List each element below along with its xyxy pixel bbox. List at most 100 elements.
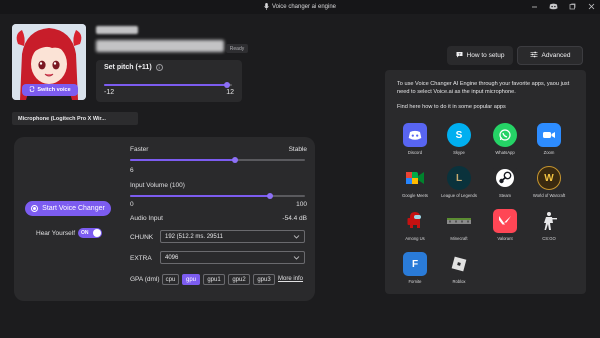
sliders-icon — [530, 51, 538, 60]
pitch-label: Set pitch (+11) — [104, 64, 152, 71]
app-label: World of Warcraft — [532, 193, 566, 198]
pitch-slider[interactable] — [104, 82, 232, 88]
gpu-option-gpu1[interactable]: gpu1 — [203, 274, 225, 285]
chunk-select[interactable]: 192 (512.2 ms. 29511 — [160, 230, 305, 243]
hear-yourself-toggle[interactable]: ON — [78, 228, 102, 238]
among-us-icon — [403, 209, 427, 233]
app-roblox[interactable]: Roblox — [441, 252, 477, 284]
switch-voice-button[interactable]: Switch voice — [22, 84, 78, 96]
app-google-meets[interactable]: Google Meets — [397, 166, 433, 198]
input-volume-handle[interactable] — [267, 193, 273, 199]
speed-slider-fill — [130, 159, 235, 161]
extra-label: EXTRA — [130, 255, 152, 262]
minimize-icon[interactable] — [530, 2, 539, 11]
how-to-setup-label: How to setup — [466, 52, 505, 59]
app-minecraft[interactable]: Minecraft — [441, 209, 477, 241]
apps-intro-text: To use Voice Changer AI Engine through y… — [397, 81, 570, 95]
steam-icon — [493, 166, 517, 190]
chunk-label: CHUNK — [130, 234, 154, 241]
gpu-option-gpu2[interactable]: gpu2 — [228, 274, 250, 285]
status-badge: Ready — [226, 44, 248, 53]
app-label: Roblox — [452, 279, 466, 284]
stable-label: Stable — [288, 146, 307, 153]
app-valorant[interactable]: Valorant — [487, 209, 523, 241]
input-volume-slider[interactable] — [130, 193, 305, 199]
toggle-knob — [93, 229, 101, 237]
voice-name-redacted — [96, 26, 138, 34]
pitch-min-label: -12 — [104, 89, 115, 96]
app-whatsapp[interactable]: WhatsApp — [487, 123, 523, 155]
gpu-option-gpu3[interactable]: gpu3 — [253, 274, 275, 285]
app-fortnite[interactable]: F Fornite — [397, 252, 433, 284]
input-volume-min: 0 — [130, 201, 134, 208]
csgo-icon — [537, 209, 561, 233]
start-voice-changer-button[interactable]: Start Voice Changer — [25, 201, 111, 216]
app-label: CS:GO — [542, 236, 556, 241]
switch-voice-label: Switch voice — [37, 87, 71, 93]
window-title-group: Voice changer ai engine — [264, 2, 336, 12]
chevron-down-icon — [293, 233, 300, 242]
discord-icon[interactable] — [549, 2, 558, 11]
zoom-icon — [537, 123, 561, 147]
pitch-slider-fill — [104, 84, 227, 86]
league-of-legends-icon: L — [447, 166, 471, 190]
app-label: Among Us — [405, 236, 425, 241]
app-discord[interactable]: Discord — [397, 123, 433, 155]
google-meet-icon — [403, 166, 427, 190]
input-volume-label: Input Volume (100) — [130, 182, 185, 189]
close-icon[interactable] — [587, 2, 596, 11]
app-label: Minecraft — [450, 236, 468, 241]
info-icon[interactable]: i — [155, 64, 163, 71]
pitch-heading: Set pitch (+11) i — [104, 64, 163, 71]
speed-slider[interactable] — [130, 157, 305, 163]
how-to-setup-button[interactable]: ? How to setup — [447, 46, 513, 65]
maximize-icon[interactable] — [568, 2, 577, 11]
app-world-of-warcraft[interactable]: W World of Warcraft — [531, 166, 567, 198]
fortnite-icon: F — [403, 252, 427, 276]
microphone-select[interactable]: Microphone (Logitech Pro X Wir... — [12, 112, 138, 125]
input-volume-max: 100 — [296, 201, 307, 208]
app-label: Zoom — [543, 150, 555, 155]
extra-select[interactable]: 4096 — [160, 251, 305, 264]
advanced-button[interactable]: Advanced — [517, 46, 583, 65]
app-steam[interactable]: Steam — [487, 166, 523, 198]
whatsapp-icon — [493, 123, 517, 147]
gpu-option-gpu[interactable]: gpu — [182, 274, 200, 285]
app-zoom[interactable]: Zoom — [531, 123, 567, 155]
input-volume-fill — [130, 195, 270, 197]
voice-controls-card: Start Voice Changer Hear Yourself ON Fas… — [14, 137, 315, 301]
app-label: Google Meets — [401, 193, 429, 198]
app-skype[interactable]: S Skype — [441, 123, 477, 155]
app-label: Discord — [407, 150, 423, 155]
audio-input-value: -54.4 dB — [282, 215, 307, 222]
app-csgo[interactable]: CS:GO — [531, 209, 567, 241]
apps-card: To use Voice Changer AI Engine through y… — [385, 70, 586, 294]
switch-icon — [29, 85, 35, 94]
extra-value: 4096 — [165, 254, 179, 261]
start-label: Start Voice Changer — [42, 205, 105, 212]
advanced-label: Advanced — [541, 52, 571, 59]
more-info-link[interactable]: More info — [278, 276, 303, 282]
pitch-card: Set pitch (+11) i -12 12 — [96, 60, 242, 102]
chevron-down-icon — [293, 254, 300, 263]
chunk-value: 192 (512.2 ms. 29511 — [165, 233, 223, 240]
pitch-slider-handle[interactable] — [224, 82, 230, 88]
valorant-icon — [493, 209, 517, 233]
audio-input-label: Audio Input — [130, 215, 163, 222]
app-among-us[interactable]: Among Us — [397, 209, 433, 241]
app-label: Steam — [498, 193, 512, 198]
app-label: Skype — [453, 150, 465, 155]
pitch-max-label: 12 — [226, 89, 234, 96]
app-label: Valorant — [497, 236, 513, 241]
discord-icon — [403, 123, 427, 147]
minecraft-icon — [447, 209, 471, 233]
speed-slider-handle[interactable] — [232, 157, 238, 163]
help-icon: ? — [456, 51, 463, 60]
gpu-option-cpu[interactable]: cpu — [162, 274, 179, 285]
apps-subheading: Find here how to do it in some popular a… — [397, 104, 506, 110]
record-icon — [31, 205, 39, 212]
roblox-icon — [447, 252, 471, 276]
skype-icon: S — [447, 123, 471, 147]
microphone-icon — [264, 2, 269, 12]
app-league-of-legends[interactable]: L League of Legends — [441, 166, 477, 198]
